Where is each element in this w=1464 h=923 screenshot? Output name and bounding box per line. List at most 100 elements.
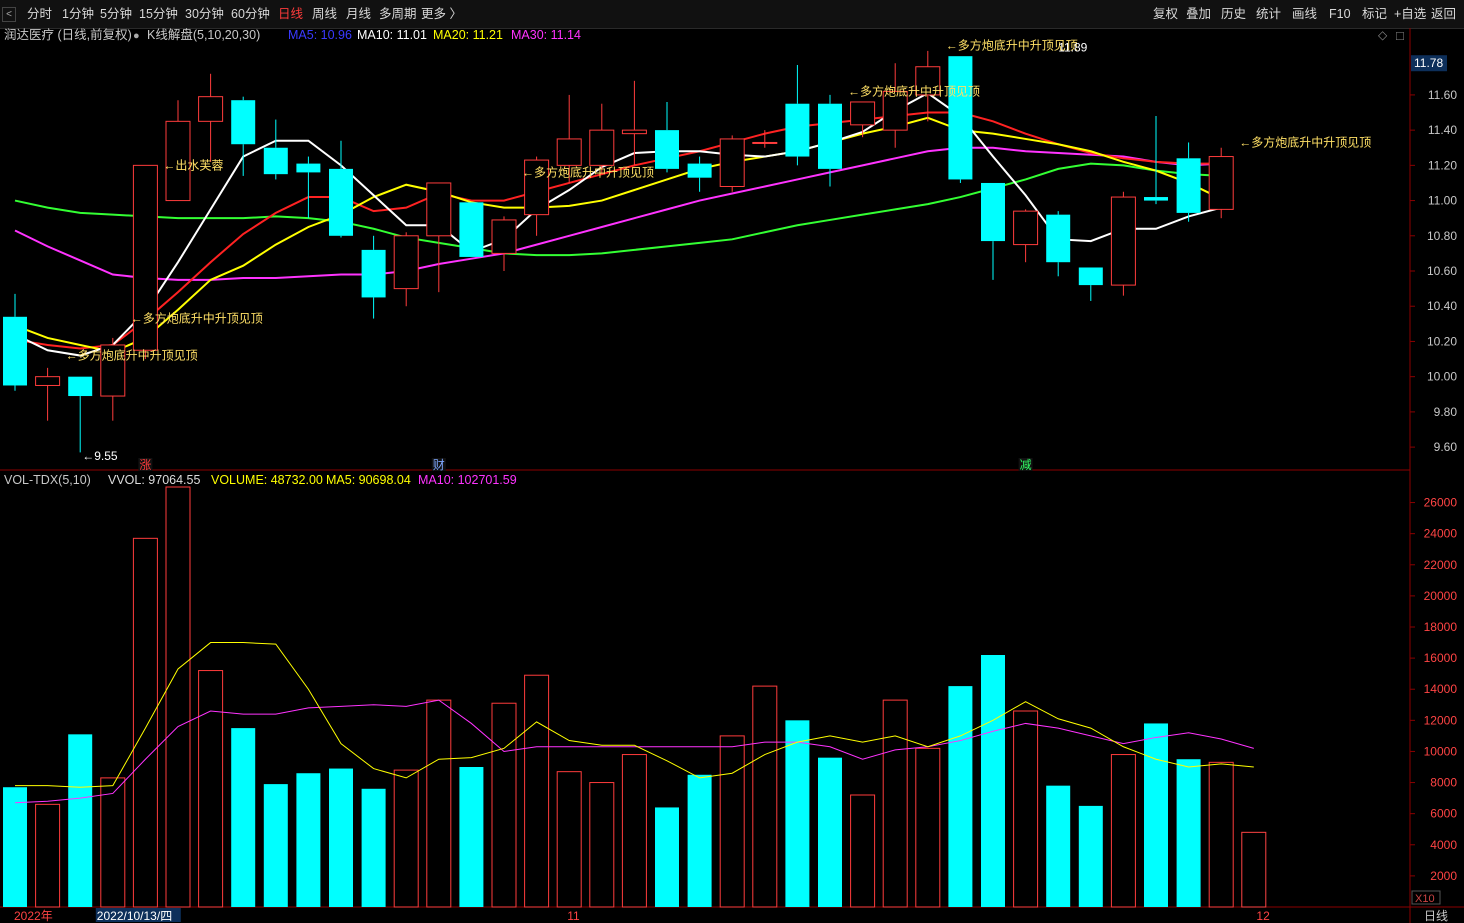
volume-value: VOLUME: 48732.00 xyxy=(211,473,323,487)
volume-tick-label: 16000 xyxy=(1424,651,1458,665)
candle-body xyxy=(231,100,256,145)
volume-bar xyxy=(198,670,224,908)
candle-body xyxy=(589,129,615,166)
candle-body xyxy=(1176,158,1201,213)
candle xyxy=(35,367,61,421)
event-marker: 涨 xyxy=(139,457,151,472)
pattern-annotation: ←多方炮底升中升顶见顶 xyxy=(522,164,654,179)
diamond-icon: ◇ xyxy=(1378,28,1388,42)
candle xyxy=(1046,211,1071,277)
ma-value: MA20: 11.21 xyxy=(433,28,503,42)
candle-body xyxy=(556,138,582,166)
candle xyxy=(68,376,93,453)
volume-tick-label: 12000 xyxy=(1424,713,1458,727)
ma-value: MA30: 11.14 xyxy=(511,28,581,42)
candle xyxy=(589,103,615,175)
volume-bar xyxy=(361,788,386,907)
volume-tick-label: 4000 xyxy=(1430,838,1457,852)
ma-value: MA5: 10.96 xyxy=(288,28,352,42)
event-marker: 财 xyxy=(433,458,445,472)
price-tick-label: 9.60 xyxy=(1434,440,1458,454)
candle-body xyxy=(35,376,61,386)
volume-bar xyxy=(231,728,256,907)
volume-bar xyxy=(655,807,679,907)
candle xyxy=(785,64,810,166)
volume-value: MA5: 90698.04 xyxy=(326,473,411,487)
volume-bar xyxy=(296,773,321,907)
candle xyxy=(948,56,973,183)
candle-body xyxy=(1078,267,1103,286)
candle-body xyxy=(198,96,224,122)
candle-body xyxy=(1144,197,1168,201)
date-label: 12 xyxy=(1256,909,1270,923)
price-tick-label: 10.80 xyxy=(1427,229,1457,243)
volume-bar xyxy=(687,774,712,907)
volume-bar xyxy=(459,767,484,907)
volume-bar xyxy=(1046,785,1071,907)
volume-bar xyxy=(850,794,876,908)
candle-body xyxy=(818,103,842,169)
candle-body xyxy=(1013,210,1039,246)
pattern-annotation: ←多方炮底升中升顶见顶 xyxy=(131,311,263,326)
candle-body xyxy=(752,141,778,144)
candle xyxy=(393,232,419,307)
volume-bar xyxy=(68,734,93,907)
volume-bar xyxy=(719,735,745,908)
price-tick-label: 11.60 xyxy=(1428,88,1457,102)
volume-tick-label: 26000 xyxy=(1424,496,1458,510)
volume-value: VVOL: 97064.55 xyxy=(108,473,200,487)
volume-bar xyxy=(329,768,353,907)
candle xyxy=(1110,191,1136,296)
volume-bar xyxy=(165,486,191,908)
candle-body xyxy=(1110,196,1136,286)
date-label: 2022/10/13/四 xyxy=(97,909,172,923)
volume-bar xyxy=(100,777,126,908)
candle-body xyxy=(621,129,647,135)
volume-bar xyxy=(1241,831,1267,908)
candle-body xyxy=(393,235,419,290)
candle xyxy=(1013,209,1039,263)
candle xyxy=(263,119,288,180)
candle-body xyxy=(361,249,386,298)
candle-body xyxy=(426,182,452,237)
candle xyxy=(459,202,484,257)
volume-tick-label: 22000 xyxy=(1424,558,1458,572)
volume-bar xyxy=(981,655,1005,907)
volume-bar xyxy=(1013,710,1039,908)
volume-bar xyxy=(556,771,582,908)
candle xyxy=(3,293,27,391)
volume-tick-label: 18000 xyxy=(1424,620,1458,634)
candle xyxy=(655,101,679,173)
price-tick-label: 11.40 xyxy=(1428,123,1457,137)
candle xyxy=(296,156,321,219)
price-tick-label: 10.00 xyxy=(1427,370,1457,384)
candle-body xyxy=(491,219,517,254)
volume-tick-label: 24000 xyxy=(1424,527,1458,541)
candle-body xyxy=(655,130,679,169)
pattern-annotation: ←多方炮底升中升顶见顶 xyxy=(1239,134,1371,149)
date-label: 11 xyxy=(567,909,580,923)
volume-tick-label: 2000 xyxy=(1430,869,1457,883)
price-tick-label: 10.20 xyxy=(1427,334,1457,348)
price-tick-label: 11.20 xyxy=(1428,158,1457,172)
volume-bar xyxy=(818,757,842,907)
volume-bar xyxy=(263,784,288,907)
current-price-label: 11.78 xyxy=(1414,56,1443,70)
volume-bar xyxy=(3,787,27,907)
volume-bar xyxy=(491,702,517,908)
volume-pane-header: VOL-TDX(5,10) VVOL: 97064.55 VOLUME: 48732… xyxy=(4,473,517,487)
candle xyxy=(1176,142,1201,222)
stock-name: 润达医疗 (日线,前复权) xyxy=(4,27,132,42)
candle xyxy=(165,100,191,202)
candle xyxy=(132,164,158,360)
volume-bar xyxy=(1078,805,1103,907)
candle-body xyxy=(459,202,484,257)
candle-body xyxy=(687,163,712,178)
volume-bar xyxy=(393,769,419,908)
candle-body xyxy=(296,163,321,173)
pattern-annotation: ←多方炮底升中升顶见顶 xyxy=(66,348,198,363)
price-pane-header: 润达医疗 (日线,前复权) K线解盘(5,10,20,30) MA5: 10.96 M… xyxy=(4,27,581,42)
candle-body xyxy=(1208,156,1234,210)
candle xyxy=(329,140,353,238)
candle xyxy=(687,156,712,192)
